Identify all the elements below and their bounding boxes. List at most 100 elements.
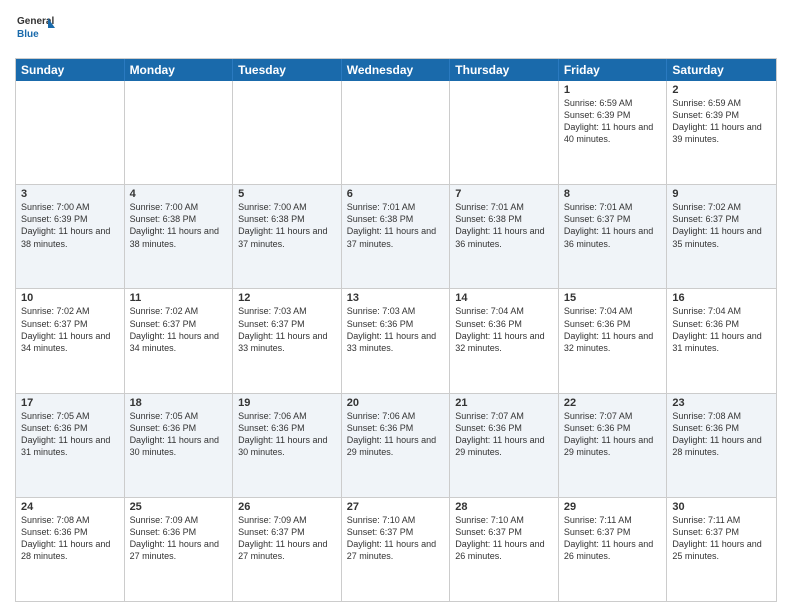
- day-info: Sunrise: 7:11 AM Sunset: 6:37 PM Dayligh…: [564, 514, 662, 563]
- day-number: 14: [455, 292, 553, 304]
- calendar-row-4: 24Sunrise: 7:08 AM Sunset: 6:36 PM Dayli…: [16, 497, 776, 601]
- day-info: Sunrise: 7:01 AM Sunset: 6:37 PM Dayligh…: [564, 201, 662, 250]
- weekday-header-wednesday: Wednesday: [342, 59, 451, 81]
- day-info: Sunrise: 7:02 AM Sunset: 6:37 PM Dayligh…: [672, 201, 771, 250]
- header: General Blue: [15, 10, 777, 50]
- day-info: Sunrise: 7:05 AM Sunset: 6:36 PM Dayligh…: [130, 410, 228, 459]
- day-info: Sunrise: 7:09 AM Sunset: 6:37 PM Dayligh…: [238, 514, 336, 563]
- day-number: 24: [21, 501, 119, 513]
- calendar-cell: 18Sunrise: 7:05 AM Sunset: 6:36 PM Dayli…: [125, 394, 234, 497]
- day-number: 7: [455, 188, 553, 200]
- day-info: Sunrise: 7:08 AM Sunset: 6:36 PM Dayligh…: [672, 410, 771, 459]
- day-number: 13: [347, 292, 445, 304]
- day-number: 21: [455, 397, 553, 409]
- day-info: Sunrise: 7:03 AM Sunset: 6:37 PM Dayligh…: [238, 305, 336, 354]
- day-number: 25: [130, 501, 228, 513]
- calendar-cell: 3Sunrise: 7:00 AM Sunset: 6:39 PM Daylig…: [16, 185, 125, 288]
- day-info: Sunrise: 6:59 AM Sunset: 6:39 PM Dayligh…: [672, 97, 771, 146]
- calendar-cell: 4Sunrise: 7:00 AM Sunset: 6:38 PM Daylig…: [125, 185, 234, 288]
- weekday-header-thursday: Thursday: [450, 59, 559, 81]
- day-info: Sunrise: 7:06 AM Sunset: 6:36 PM Dayligh…: [238, 410, 336, 459]
- day-info: Sunrise: 7:07 AM Sunset: 6:36 PM Dayligh…: [455, 410, 553, 459]
- calendar-cell: 22Sunrise: 7:07 AM Sunset: 6:36 PM Dayli…: [559, 394, 668, 497]
- calendar-cell: 6Sunrise: 7:01 AM Sunset: 6:38 PM Daylig…: [342, 185, 451, 288]
- calendar-body: 1Sunrise: 6:59 AM Sunset: 6:39 PM Daylig…: [16, 81, 776, 601]
- day-number: 17: [21, 397, 119, 409]
- day-number: 3: [21, 188, 119, 200]
- day-number: 22: [564, 397, 662, 409]
- day-info: Sunrise: 7:02 AM Sunset: 6:37 PM Dayligh…: [130, 305, 228, 354]
- calendar-cell: 15Sunrise: 7:04 AM Sunset: 6:36 PM Dayli…: [559, 289, 668, 392]
- calendar-cell: 8Sunrise: 7:01 AM Sunset: 6:37 PM Daylig…: [559, 185, 668, 288]
- calendar-cell: 25Sunrise: 7:09 AM Sunset: 6:36 PM Dayli…: [125, 498, 234, 601]
- calendar-cell: 13Sunrise: 7:03 AM Sunset: 6:36 PM Dayli…: [342, 289, 451, 392]
- day-info: Sunrise: 7:09 AM Sunset: 6:36 PM Dayligh…: [130, 514, 228, 563]
- calendar-cell: [450, 81, 559, 184]
- day-number: 28: [455, 501, 553, 513]
- day-number: 8: [564, 188, 662, 200]
- calendar-row-1: 3Sunrise: 7:00 AM Sunset: 6:39 PM Daylig…: [16, 184, 776, 288]
- day-info: Sunrise: 7:00 AM Sunset: 6:38 PM Dayligh…: [238, 201, 336, 250]
- calendar-cell: 21Sunrise: 7:07 AM Sunset: 6:36 PM Dayli…: [450, 394, 559, 497]
- calendar-cell: 24Sunrise: 7:08 AM Sunset: 6:36 PM Dayli…: [16, 498, 125, 601]
- calendar-cell: [16, 81, 125, 184]
- calendar-cell: 10Sunrise: 7:02 AM Sunset: 6:37 PM Dayli…: [16, 289, 125, 392]
- day-number: 27: [347, 501, 445, 513]
- calendar-cell: 20Sunrise: 7:06 AM Sunset: 6:36 PM Dayli…: [342, 394, 451, 497]
- calendar-cell: 26Sunrise: 7:09 AM Sunset: 6:37 PM Dayli…: [233, 498, 342, 601]
- day-info: Sunrise: 7:04 AM Sunset: 6:36 PM Dayligh…: [564, 305, 662, 354]
- calendar-cell: 1Sunrise: 6:59 AM Sunset: 6:39 PM Daylig…: [559, 81, 668, 184]
- calendar-row-2: 10Sunrise: 7:02 AM Sunset: 6:37 PM Dayli…: [16, 288, 776, 392]
- day-info: Sunrise: 7:11 AM Sunset: 6:37 PM Dayligh…: [672, 514, 771, 563]
- calendar-cell: 19Sunrise: 7:06 AM Sunset: 6:36 PM Dayli…: [233, 394, 342, 497]
- day-number: 10: [21, 292, 119, 304]
- calendar-cell: 28Sunrise: 7:10 AM Sunset: 6:37 PM Dayli…: [450, 498, 559, 601]
- day-info: Sunrise: 7:05 AM Sunset: 6:36 PM Dayligh…: [21, 410, 119, 459]
- day-info: Sunrise: 7:10 AM Sunset: 6:37 PM Dayligh…: [455, 514, 553, 563]
- calendar-header: SundayMondayTuesdayWednesdayThursdayFrid…: [16, 59, 776, 81]
- calendar-cell: 23Sunrise: 7:08 AM Sunset: 6:36 PM Dayli…: [667, 394, 776, 497]
- calendar-cell: 30Sunrise: 7:11 AM Sunset: 6:37 PM Dayli…: [667, 498, 776, 601]
- svg-text:Blue: Blue: [17, 29, 39, 40]
- calendar-cell: 14Sunrise: 7:04 AM Sunset: 6:36 PM Dayli…: [450, 289, 559, 392]
- day-number: 2: [672, 84, 771, 96]
- day-info: Sunrise: 6:59 AM Sunset: 6:39 PM Dayligh…: [564, 97, 662, 146]
- logo-icon: General Blue: [15, 10, 55, 50]
- weekday-header-sunday: Sunday: [16, 59, 125, 81]
- day-number: 12: [238, 292, 336, 304]
- day-number: 9: [672, 188, 771, 200]
- calendar-cell: 5Sunrise: 7:00 AM Sunset: 6:38 PM Daylig…: [233, 185, 342, 288]
- day-info: Sunrise: 7:02 AM Sunset: 6:37 PM Dayligh…: [21, 305, 119, 354]
- weekday-header-tuesday: Tuesday: [233, 59, 342, 81]
- day-number: 26: [238, 501, 336, 513]
- day-info: Sunrise: 7:04 AM Sunset: 6:36 PM Dayligh…: [672, 305, 771, 354]
- day-info: Sunrise: 7:04 AM Sunset: 6:36 PM Dayligh…: [455, 305, 553, 354]
- calendar-cell: 12Sunrise: 7:03 AM Sunset: 6:37 PM Dayli…: [233, 289, 342, 392]
- day-number: 5: [238, 188, 336, 200]
- day-number: 18: [130, 397, 228, 409]
- day-info: Sunrise: 7:03 AM Sunset: 6:36 PM Dayligh…: [347, 305, 445, 354]
- day-info: Sunrise: 7:08 AM Sunset: 6:36 PM Dayligh…: [21, 514, 119, 563]
- day-number: 19: [238, 397, 336, 409]
- calendar-cell: 7Sunrise: 7:01 AM Sunset: 6:38 PM Daylig…: [450, 185, 559, 288]
- calendar-cell: 16Sunrise: 7:04 AM Sunset: 6:36 PM Dayli…: [667, 289, 776, 392]
- calendar-cell: 17Sunrise: 7:05 AM Sunset: 6:36 PM Dayli…: [16, 394, 125, 497]
- calendar-cell: 9Sunrise: 7:02 AM Sunset: 6:37 PM Daylig…: [667, 185, 776, 288]
- calendar-cell: [233, 81, 342, 184]
- day-number: 4: [130, 188, 228, 200]
- day-number: 6: [347, 188, 445, 200]
- day-info: Sunrise: 7:06 AM Sunset: 6:36 PM Dayligh…: [347, 410, 445, 459]
- day-info: Sunrise: 7:01 AM Sunset: 6:38 PM Dayligh…: [455, 201, 553, 250]
- weekday-header-friday: Friday: [559, 59, 668, 81]
- logo: General Blue: [15, 10, 55, 50]
- day-number: 16: [672, 292, 771, 304]
- day-number: 15: [564, 292, 662, 304]
- day-number: 1: [564, 84, 662, 96]
- day-info: Sunrise: 7:00 AM Sunset: 6:38 PM Dayligh…: [130, 201, 228, 250]
- day-info: Sunrise: 7:01 AM Sunset: 6:38 PM Dayligh…: [347, 201, 445, 250]
- page: General Blue SundayMondayTuesdayWednesda…: [0, 0, 792, 612]
- calendar: SundayMondayTuesdayWednesdayThursdayFrid…: [15, 58, 777, 602]
- calendar-cell: 2Sunrise: 6:59 AM Sunset: 6:39 PM Daylig…: [667, 81, 776, 184]
- weekday-header-monday: Monday: [125, 59, 234, 81]
- day-number: 30: [672, 501, 771, 513]
